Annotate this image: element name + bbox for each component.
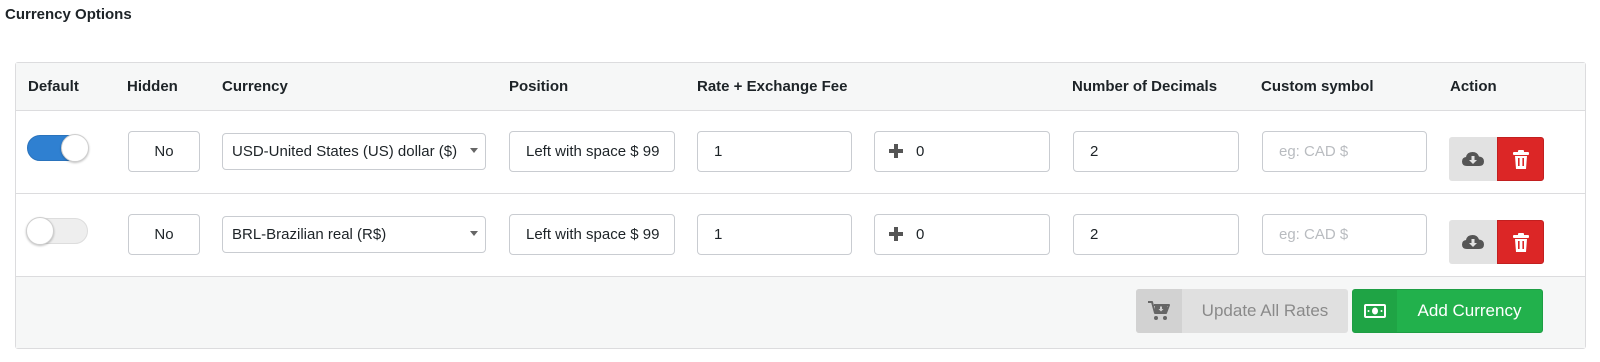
download-button[interactable] [1449,220,1497,264]
trash-icon [1512,232,1529,252]
rate-input[interactable]: 1 [697,131,852,172]
currency-select-value: BRL-Brazilian real (R$) [232,226,387,243]
page-title: Currency Options [5,6,132,23]
download-button[interactable] [1449,137,1497,181]
rate-input[interactable]: 1 [697,214,852,255]
delete-button[interactable] [1497,137,1544,181]
position-select[interactable]: Left with space $ 99 [509,131,675,172]
trash-icon [1512,149,1529,169]
default-toggle[interactable] [26,217,88,245]
toggle-knob [61,134,89,162]
hidden-select[interactable]: No [128,131,200,172]
table-header: Default Hidden Currency Position Rate + … [16,63,1585,111]
col-default: Default [28,78,79,95]
plus-icon [889,144,903,158]
add-currency-button[interactable]: Add Currency [1352,289,1543,333]
col-hidden: Hidden [127,78,178,95]
add-currency-label: Add Currency [1417,301,1522,320]
exchange-fee-value: 0 [916,143,925,160]
cart-download-icon [1136,289,1182,333]
position-select[interactable]: Left with space $ 99 [509,214,675,255]
hidden-select[interactable]: No [128,214,200,255]
exchange-fee-input[interactable]: 0 [874,131,1050,172]
table-footer: Update All Rates Add Currency [16,277,1585,348]
toggle-knob [26,217,54,245]
chevron-down-icon [470,148,478,153]
default-toggle[interactable] [27,134,89,162]
exchange-fee-input[interactable]: 0 [874,214,1050,255]
col-rate-fee: Rate + Exchange Fee [697,78,848,95]
col-decimals: Number of Decimals [1072,78,1218,95]
decimals-input[interactable]: 2 [1073,214,1239,255]
col-custom-symbol: Custom symbol [1261,78,1374,95]
delete-button[interactable] [1497,220,1544,264]
table-row: No BRL-Brazilian real (R$) Left with spa… [16,194,1585,277]
custom-symbol-input[interactable]: eg: CAD $ [1262,214,1427,255]
currency-select-value: USD-United States (US) dollar ($) [232,143,458,160]
exchange-fee-value: 0 [916,226,925,243]
currency-table: Default Hidden Currency Position Rate + … [15,62,1586,349]
custom-symbol-input[interactable]: eg: CAD $ [1262,131,1427,172]
update-all-rates-button[interactable]: Update All Rates [1136,289,1348,333]
update-all-rates-label: Update All Rates [1201,301,1329,320]
chevron-down-icon [470,231,478,236]
col-position: Position [509,78,569,95]
col-action: Action [1450,78,1497,95]
plus-icon [889,227,903,241]
table-row: No USD-United States (US) dollar ($) Lef… [16,111,1585,194]
banknote-icon [1353,290,1397,332]
decimals-input[interactable]: 2 [1073,131,1239,172]
col-currency: Currency [222,78,288,95]
currency-select[interactable]: BRL-Brazilian real (R$) [222,216,486,253]
cloud-download-icon [1462,152,1484,166]
cloud-download-icon [1462,235,1484,249]
currency-select[interactable]: USD-United States (US) dollar ($) [222,133,486,170]
